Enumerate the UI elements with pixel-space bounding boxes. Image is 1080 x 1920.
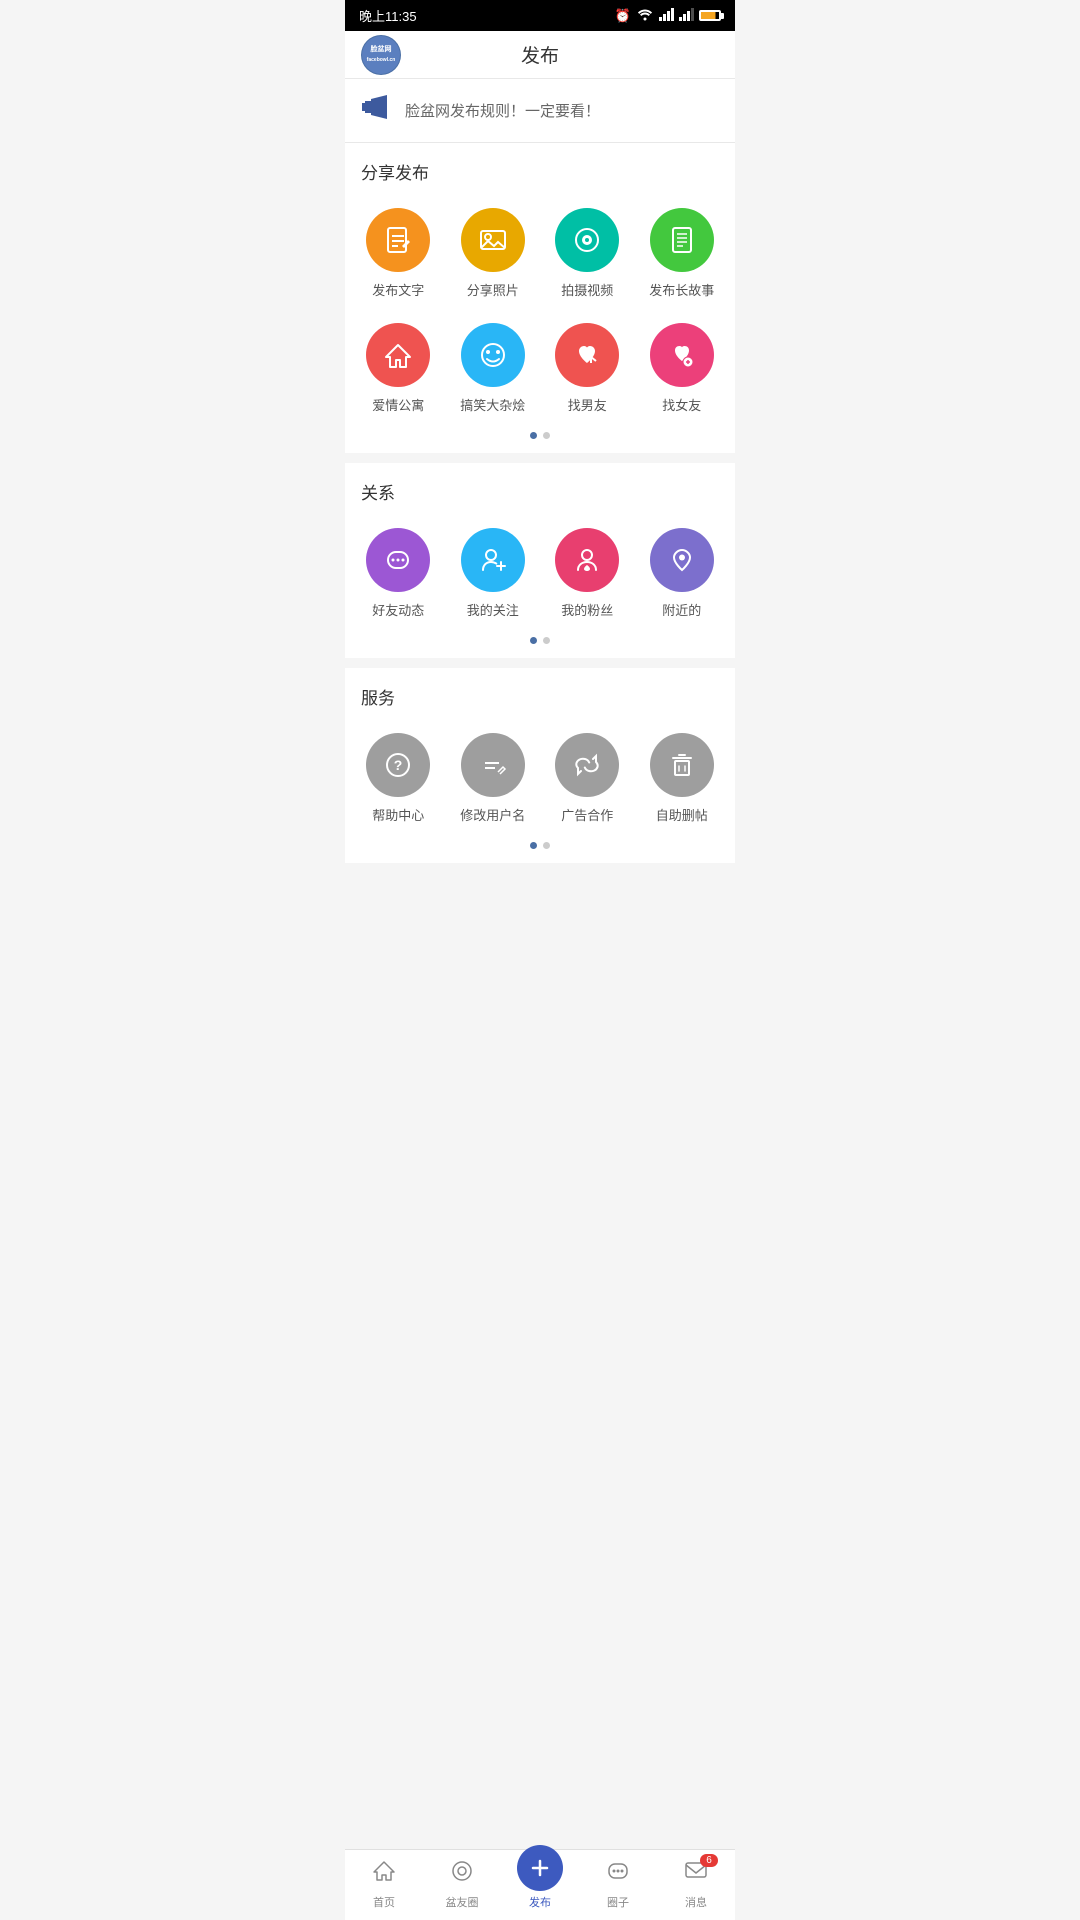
record-video-item[interactable]: 拍摄视频 xyxy=(542,200,633,311)
comedy-item[interactable]: 搞笑大杂烩 xyxy=(448,315,539,426)
publish-text-label: 发布文字 xyxy=(372,280,424,299)
megaphone-icon xyxy=(361,93,393,128)
my-fans-label: 我的粉丝 xyxy=(561,600,613,619)
friend-feed-item[interactable]: 好友动态 xyxy=(353,520,444,631)
share-title: 分享发布 xyxy=(345,143,735,192)
find-girlfriend-item[interactable]: 找女友 xyxy=(637,315,728,426)
dot-r1 xyxy=(530,637,537,644)
share-section: 分享发布 发布文字 分享照片 xyxy=(345,143,735,453)
publish-text-item[interactable]: 发布文字 xyxy=(353,200,444,311)
service-section: 服务 ? 帮助中心 修改用户名 xyxy=(345,668,735,863)
find-boyfriend-icon xyxy=(555,323,619,387)
my-fans-item[interactable]: 我的粉丝 xyxy=(542,520,633,631)
find-girlfriend-label: 找女友 xyxy=(662,395,701,414)
love-apartment-icon xyxy=(366,323,430,387)
love-apartment-item[interactable]: 爱情公寓 xyxy=(353,315,444,426)
publish-center-icon xyxy=(517,1845,563,1891)
group-icon xyxy=(605,1858,631,1891)
friend-feed-label: 好友动态 xyxy=(372,600,424,619)
home-icon xyxy=(371,1858,397,1891)
publish-text-icon xyxy=(366,208,430,272)
page-title: 发布 xyxy=(521,41,559,68)
comedy-label: 搞笑大杂烩 xyxy=(460,395,525,414)
find-boyfriend-item[interactable]: 找男友 xyxy=(542,315,633,426)
nav-home[interactable]: 首页 xyxy=(345,1850,423,1920)
share-dots xyxy=(345,426,735,453)
my-follow-label: 我的关注 xyxy=(467,600,519,619)
change-username-label: 修改用户名 xyxy=(460,805,525,824)
my-fans-icon xyxy=(555,528,619,592)
nav-message[interactable]: 6 消息 xyxy=(657,1850,735,1920)
status-icons: ⏰ xyxy=(615,8,721,24)
comedy-icon xyxy=(461,323,525,387)
battery-icon xyxy=(699,10,721,21)
record-video-icon xyxy=(555,208,619,272)
delete-post-item[interactable]: 自助删帖 xyxy=(637,725,728,836)
relation-title: 关系 xyxy=(345,463,735,512)
nav-group-label: 圈子 xyxy=(607,1894,629,1910)
my-follow-icon xyxy=(461,528,525,592)
signal2-icon xyxy=(679,8,694,24)
nearby-icon xyxy=(650,528,714,592)
publish-story-label: 发布长故事 xyxy=(649,280,714,299)
ad-coop-item[interactable]: 广告合作 xyxy=(542,725,633,836)
nav-circle-label: 盆友圈 xyxy=(446,1894,479,1910)
find-boyfriend-label: 找男友 xyxy=(568,395,607,414)
publish-story-icon xyxy=(650,208,714,272)
nav-publish[interactable]: 发布 xyxy=(501,1851,579,1920)
wifi-icon xyxy=(636,8,654,24)
share-grid: 发布文字 分享照片 拍摄视频 xyxy=(345,192,735,426)
service-dots xyxy=(345,836,735,863)
share-photo-icon xyxy=(461,208,525,272)
help-center-item[interactable]: ? 帮助中心 xyxy=(353,725,444,836)
notice-text: 脸盆网发布规则！一定要看！ xyxy=(405,100,600,121)
app-logo: 脸盆网facebowl.cn xyxy=(361,35,401,75)
alarm-icon: ⏰ xyxy=(615,8,631,24)
time: 晚上11:35 xyxy=(359,6,417,25)
signal-icon xyxy=(659,8,674,24)
dot-2 xyxy=(543,432,550,439)
message-badge: 6 xyxy=(700,1854,718,1867)
header: 脸盆网facebowl.cn 发布 xyxy=(345,31,735,79)
dot-1 xyxy=(530,432,537,439)
change-username-icon xyxy=(461,733,525,797)
dot-s2 xyxy=(543,842,550,849)
bottom-nav: 首页 盆友圈 发布 圈子 xyxy=(345,1849,735,1920)
nav-group[interactable]: 圈子 xyxy=(579,1850,657,1920)
service-grid: ? 帮助中心 修改用户名 广告合作 xyxy=(345,717,735,836)
help-center-label: 帮助中心 xyxy=(372,805,424,824)
nav-publish-label: 发布 xyxy=(529,1894,551,1910)
relation-grid: 好友动态 我的关注 我的粉丝 xyxy=(345,512,735,631)
logo-text: 脸盆网facebowl.cn xyxy=(362,36,400,74)
help-center-icon: ? xyxy=(366,733,430,797)
circle-icon xyxy=(449,1858,475,1891)
delete-post-icon xyxy=(650,733,714,797)
nearby-item[interactable]: 附近的 xyxy=(637,520,728,631)
dot-s1 xyxy=(530,842,537,849)
service-title: 服务 xyxy=(345,668,735,717)
share-photo-label: 分享照片 xyxy=(467,280,519,299)
love-apartment-label: 爱情公寓 xyxy=(372,395,424,414)
nearby-label: 附近的 xyxy=(662,600,701,619)
dot-r2 xyxy=(543,637,550,644)
relation-dots xyxy=(345,631,735,658)
ad-coop-label: 广告合作 xyxy=(561,805,613,824)
relation-section: 关系 好友动态 我的关注 xyxy=(345,463,735,658)
friend-feed-icon xyxy=(366,528,430,592)
change-username-item[interactable]: 修改用户名 xyxy=(448,725,539,836)
nav-message-label: 消息 xyxy=(685,1894,707,1910)
ad-coop-icon xyxy=(555,733,619,797)
share-photo-item[interactable]: 分享照片 xyxy=(448,200,539,311)
delete-post-label: 自助删帖 xyxy=(656,805,708,824)
find-girlfriend-icon xyxy=(650,323,714,387)
nav-home-label: 首页 xyxy=(373,1894,395,1910)
status-bar: 晚上11:35 ⏰ xyxy=(345,0,735,31)
notice-bar[interactable]: 脸盆网发布规则！一定要看！ xyxy=(345,79,735,143)
my-follow-item[interactable]: 我的关注 xyxy=(448,520,539,631)
svg-text:?: ? xyxy=(394,757,403,773)
record-video-label: 拍摄视频 xyxy=(561,280,613,299)
publish-story-item[interactable]: 发布长故事 xyxy=(637,200,728,311)
nav-circle[interactable]: 盆友圈 xyxy=(423,1850,501,1920)
